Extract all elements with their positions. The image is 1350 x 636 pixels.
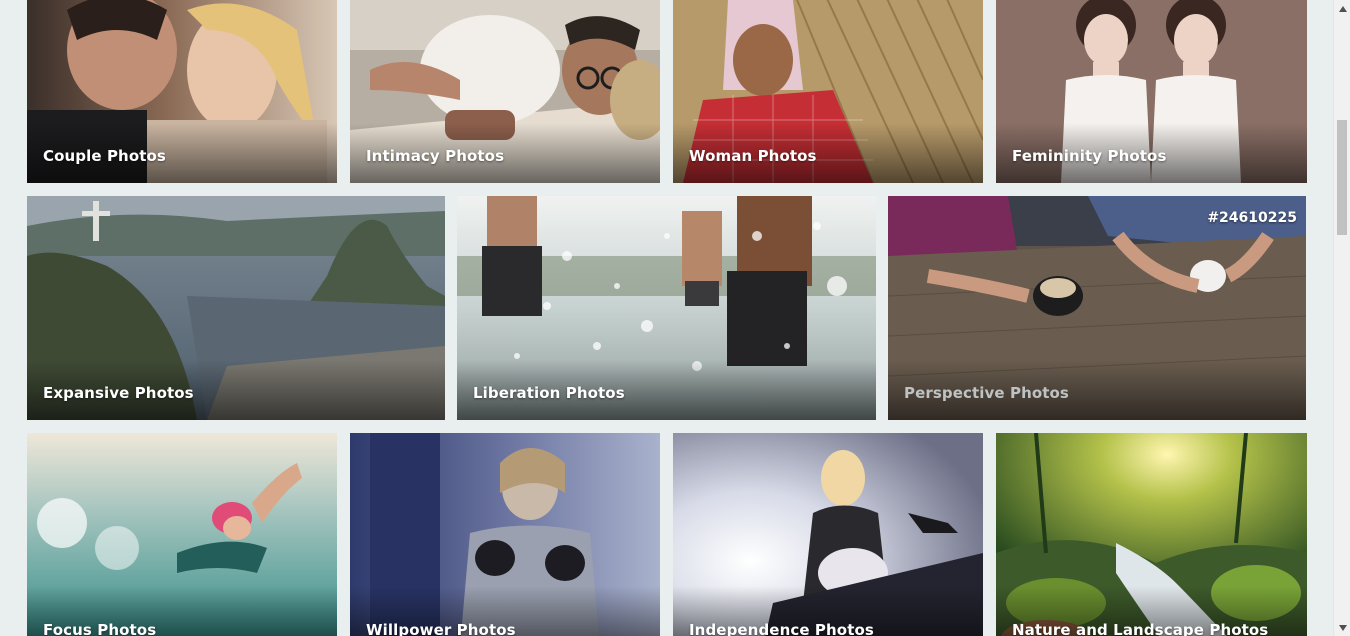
tile-woman-photos[interactable]: Woman Photos <box>673 0 983 183</box>
tile-label: Willpower Photos <box>366 621 516 636</box>
tile-label: Femininity Photos <box>1012 147 1167 165</box>
tile-label: Intimacy Photos <box>366 147 505 165</box>
tile-expansive-photos[interactable]: Expansive Photos <box>27 196 445 420</box>
vertical-scrollbar[interactable] <box>1333 0 1350 636</box>
photo-gallery-page: Couple Photos Intimacy Photos Woman Phot… <box>0 0 1350 636</box>
scroll-down-arrow[interactable] <box>1334 619 1350 636</box>
tile-perspective-photos[interactable]: #24610225 Perspective Photos <box>888 196 1306 420</box>
tile-nature-and-landscape-photos[interactable]: Nature and Landscape Photos <box>996 433 1307 636</box>
tile-independence-photos[interactable]: Independence Photos <box>673 433 983 636</box>
photo-id-tag: #24610225 <box>1207 210 1297 226</box>
tile-femininity-photos[interactable]: Femininity Photos <box>996 0 1307 183</box>
scroll-up-arrow[interactable] <box>1334 0 1350 17</box>
tile-label: Woman Photos <box>689 147 817 165</box>
tile-liberation-photos[interactable]: Liberation Photos <box>457 196 876 420</box>
tile-intimacy-photos[interactable]: Intimacy Photos <box>350 0 660 183</box>
tile-label: Nature and Landscape Photos <box>1012 621 1269 636</box>
tile-label: Liberation Photos <box>473 384 625 402</box>
triangle-down-icon <box>1338 624 1347 631</box>
triangle-up-icon <box>1338 5 1347 12</box>
tile-focus-photos[interactable]: Focus Photos <box>27 433 337 636</box>
tile-label: Perspective Photos <box>904 384 1069 402</box>
tile-label: Expansive Photos <box>43 384 194 402</box>
tile-label: Couple Photos <box>43 147 166 165</box>
scroll-thumb[interactable] <box>1337 120 1347 235</box>
tile-willpower-photos[interactable]: Willpower Photos <box>350 433 660 636</box>
tile-couple-photos[interactable]: Couple Photos <box>27 0 337 183</box>
tile-label: Independence Photos <box>689 621 874 636</box>
tile-label: Focus Photos <box>43 621 157 636</box>
